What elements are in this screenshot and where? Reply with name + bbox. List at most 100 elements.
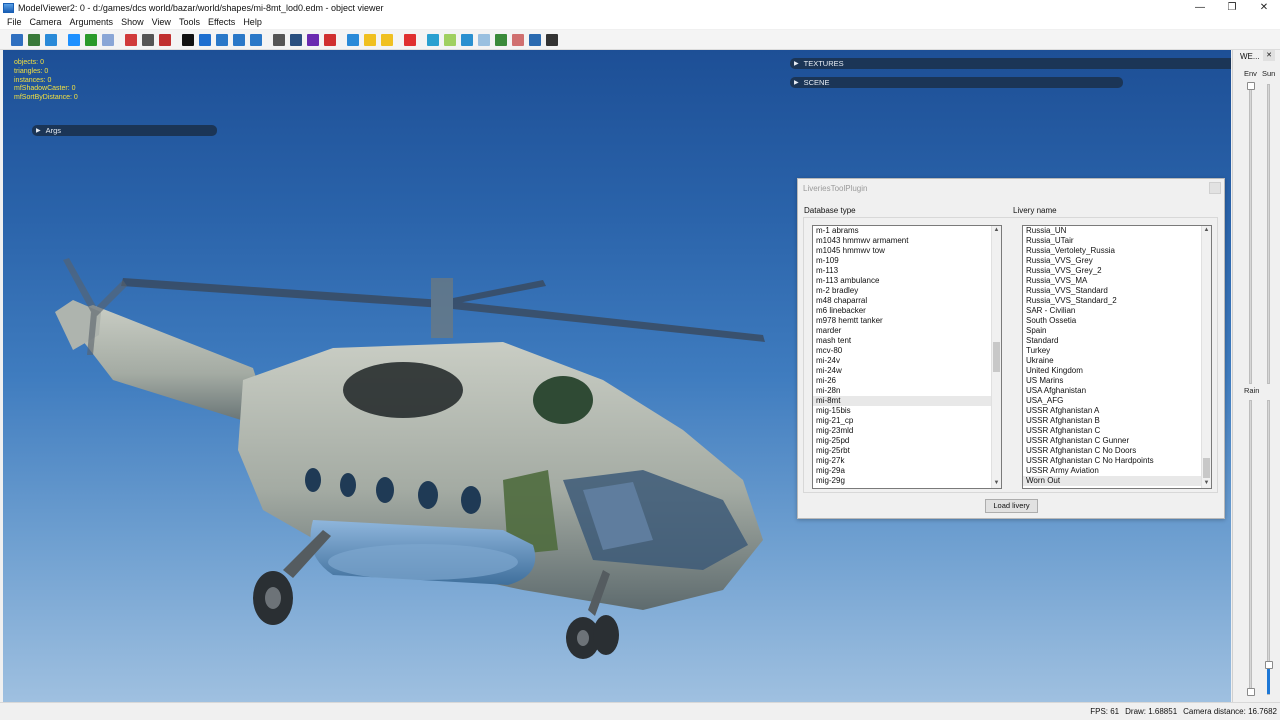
- list-item[interactable]: m978 hemtt tanker: [813, 316, 991, 326]
- list-item[interactable]: mig-25rbt: [813, 446, 991, 456]
- toolbar-button-icon[interactable]: [403, 33, 416, 46]
- database-scrollbar[interactable]: ▲ ▼: [991, 226, 1001, 488]
- list-item[interactable]: m-1 abrams: [813, 226, 991, 236]
- toolbar-button-icon[interactable]: [306, 33, 319, 46]
- toolbar-button-icon[interactable]: [494, 33, 507, 46]
- list-item[interactable]: Russia_VVS_Grey: [1023, 256, 1201, 266]
- list-item[interactable]: mi-8mt: [813, 396, 991, 406]
- list-item[interactable]: United Kingdom: [1023, 366, 1201, 376]
- close-button[interactable]: ✕: [1248, 0, 1280, 15]
- toolbar-button-icon[interactable]: [215, 33, 228, 46]
- list-item[interactable]: Spain: [1023, 326, 1201, 336]
- list-item[interactable]: m-113: [813, 266, 991, 276]
- env-slider-handle[interactable]: [1247, 82, 1255, 90]
- list-item[interactable]: m6 linebacker: [813, 306, 991, 316]
- list-item[interactable]: mig-21_cp: [813, 416, 991, 426]
- list-item[interactable]: Worn Out: [1023, 476, 1201, 486]
- toolbar-button-icon[interactable]: [346, 33, 359, 46]
- list-item[interactable]: mig-23mld: [813, 426, 991, 436]
- list-item[interactable]: Russia_VVS_Standard: [1023, 286, 1201, 296]
- list-item[interactable]: Turkey: [1023, 346, 1201, 356]
- list-item[interactable]: mig-25pd: [813, 436, 991, 446]
- list-item[interactable]: USSR Afghanistan A: [1023, 406, 1201, 416]
- list-item[interactable]: m1045 hmmwv tow: [813, 246, 991, 256]
- list-item[interactable]: mi-26: [813, 376, 991, 386]
- toolbar-button-icon[interactable]: [101, 33, 114, 46]
- plugin-close-button[interactable]: [1209, 182, 1221, 194]
- toolbar-button-icon[interactable]: [426, 33, 439, 46]
- toolbar-button-icon[interactable]: [67, 33, 80, 46]
- toolbar-button-icon[interactable]: [380, 33, 393, 46]
- toolbar-button-icon[interactable]: [249, 33, 262, 46]
- menu-effects[interactable]: Effects: [204, 17, 239, 27]
- rain-slider-left[interactable]: [1249, 400, 1252, 695]
- toolbar-button-icon[interactable]: [10, 33, 23, 46]
- list-item[interactable]: SAR - Civilian: [1023, 306, 1201, 316]
- toolbar-button-icon[interactable]: [289, 33, 302, 46]
- list-item[interactable]: USA_AFG: [1023, 396, 1201, 406]
- maximize-button[interactable]: ❐: [1216, 0, 1248, 15]
- list-item[interactable]: USA Afghanistan: [1023, 386, 1201, 396]
- menu-file[interactable]: File: [3, 17, 26, 27]
- toolbar-button-icon[interactable]: [460, 33, 473, 46]
- textures-panel-toggle[interactable]: ▶ TEXTURES: [790, 58, 1231, 69]
- toolbar-button-icon[interactable]: [323, 33, 336, 46]
- toolbar-button-icon[interactable]: [198, 33, 211, 46]
- list-item[interactable]: Standard: [1023, 336, 1201, 346]
- minimize-button[interactable]: —: [1184, 0, 1216, 15]
- list-item[interactable]: m48 chaparral: [813, 296, 991, 306]
- toolbar-button-icon[interactable]: [158, 33, 171, 46]
- list-item[interactable]: USSR Afghanistan C No Doors: [1023, 446, 1201, 456]
- list-item[interactable]: Russia_UTair: [1023, 236, 1201, 246]
- list-item[interactable]: mig-29a: [813, 466, 991, 476]
- livery-scrollbar[interactable]: ▲ ▼: [1201, 226, 1211, 488]
- list-item[interactable]: USSR Afghanistan C Gunner: [1023, 436, 1201, 446]
- list-item[interactable]: Russia_UN: [1023, 226, 1201, 236]
- toolbar-button-icon[interactable]: [528, 33, 541, 46]
- list-item[interactable]: mash tent: [813, 336, 991, 346]
- menu-view[interactable]: View: [148, 17, 175, 27]
- list-item[interactable]: Russia_VVS_Standard_2: [1023, 296, 1201, 306]
- list-item[interactable]: USSR Army Aviation: [1023, 466, 1201, 476]
- list-item[interactable]: m-109: [813, 256, 991, 266]
- list-item[interactable]: Ukraine: [1023, 356, 1201, 366]
- toolbar-button-icon[interactable]: [181, 33, 194, 46]
- toolbar-button-icon[interactable]: [124, 33, 137, 46]
- menu-arguments[interactable]: Arguments: [66, 17, 118, 27]
- toolbar-button-icon[interactable]: [232, 33, 245, 46]
- list-item[interactable]: South Ossetia: [1023, 316, 1201, 326]
- list-item[interactable]: marder: [813, 326, 991, 336]
- livery-name-list[interactable]: Russia_UN Russia_UTair Russia_Vertolety_Ru…: [1022, 225, 1212, 489]
- toolbar-button-icon[interactable]: [84, 33, 97, 46]
- list-item[interactable]: m-113 ambulance: [813, 276, 991, 286]
- list-item[interactable]: mi-24w: [813, 366, 991, 376]
- menu-tools[interactable]: Tools: [175, 17, 204, 27]
- toolbar-button-icon[interactable]: [44, 33, 57, 46]
- list-item[interactable]: USSR Afghanistan B: [1023, 416, 1201, 426]
- list-item[interactable]: mi-28n: [813, 386, 991, 396]
- list-item[interactable]: mig-27k: [813, 456, 991, 466]
- list-item[interactable]: mig-29g: [813, 476, 991, 486]
- list-item[interactable]: US Marins: [1023, 376, 1201, 386]
- list-item[interactable]: mi-24v: [813, 356, 991, 366]
- args-panel-toggle[interactable]: ▶ Args: [32, 125, 217, 136]
- scroll-up-icon[interactable]: ▲: [992, 226, 1001, 235]
- list-item[interactable]: mig-15bis: [813, 406, 991, 416]
- env-slider[interactable]: [1249, 84, 1252, 384]
- toolbar-button-icon[interactable]: [141, 33, 154, 46]
- toolbar-button-icon[interactable]: [477, 33, 490, 46]
- toolbar-button-icon[interactable]: [545, 33, 558, 46]
- sun-slider[interactable]: [1267, 84, 1270, 384]
- toolbar-button-icon[interactable]: [272, 33, 285, 46]
- scene-panel-toggle[interactable]: ▶ SCENE: [790, 77, 1123, 88]
- scroll-down-icon[interactable]: ▼: [992, 479, 1001, 488]
- list-item[interactable]: Russia_Vertolety_Russia: [1023, 246, 1201, 256]
- toolbar-button-icon[interactable]: [363, 33, 376, 46]
- database-type-list[interactable]: m-1 abrams m1043 hmmwv armament m1045 hmmw…: [812, 225, 1002, 489]
- menu-help[interactable]: Help: [239, 17, 266, 27]
- toolbar-button-icon[interactable]: [443, 33, 456, 46]
- list-item[interactable]: m1043 hmmwv armament: [813, 236, 991, 246]
- list-item[interactable]: mcv-80: [813, 346, 991, 356]
- rain-left-handle[interactable]: [1247, 688, 1255, 696]
- toolbar-button-icon[interactable]: [511, 33, 524, 46]
